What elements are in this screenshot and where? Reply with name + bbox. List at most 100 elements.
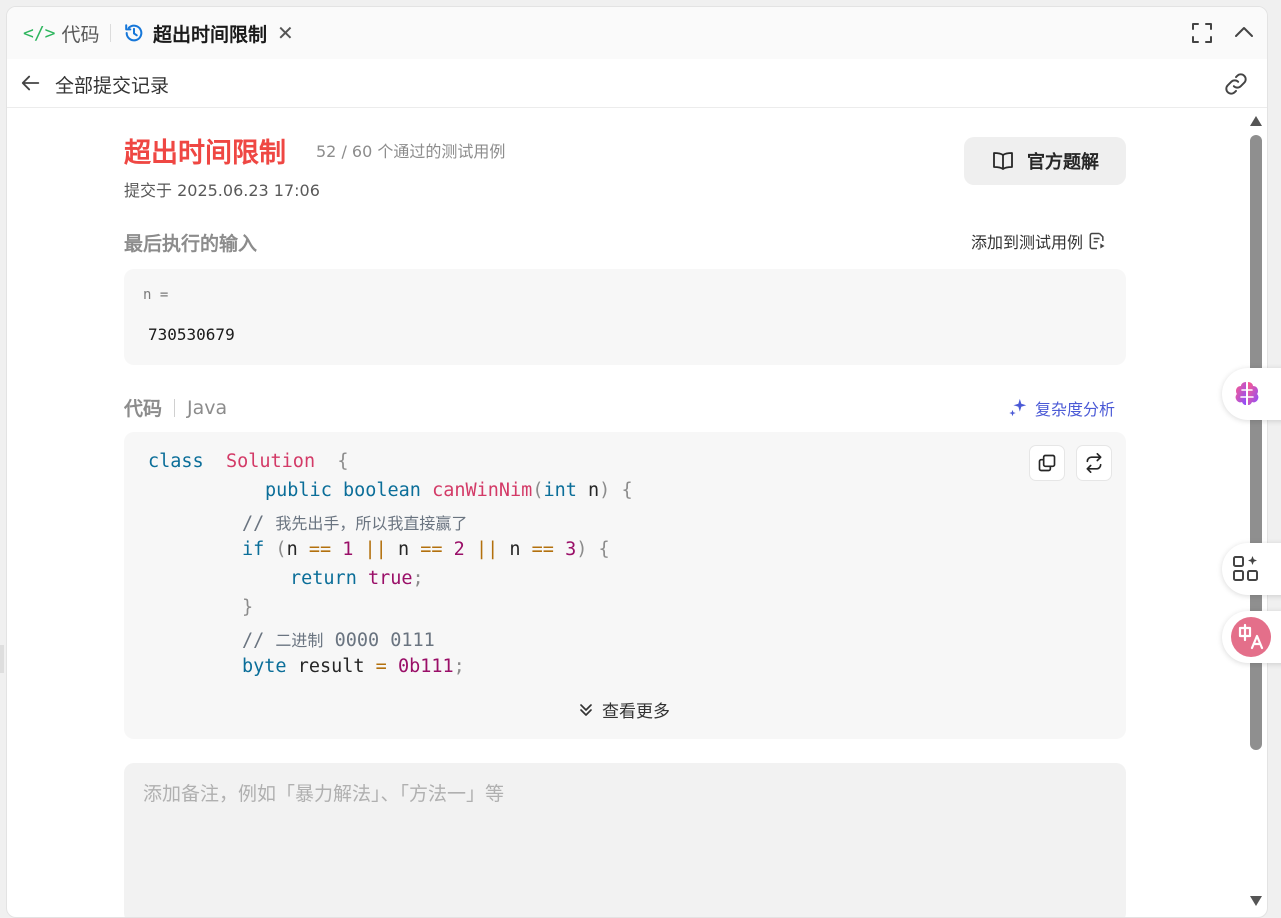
code-token: if bbox=[242, 539, 265, 560]
edge-handle[interactable] bbox=[0, 645, 4, 673]
last-input-box: n = 730530679 bbox=[124, 269, 1126, 365]
code-block: class Solution {public boolean canWinNim… bbox=[124, 432, 1126, 739]
code-token: == bbox=[308, 539, 332, 560]
code-token: class bbox=[148, 451, 204, 472]
code-label: 代码 bbox=[124, 398, 163, 420]
code-token: == bbox=[420, 539, 443, 560]
add-to-testcase-label: 添加到测试用例 bbox=[971, 233, 1084, 252]
code-token: result bbox=[286, 656, 376, 677]
code-token: ) bbox=[599, 480, 611, 501]
file-play-icon bbox=[1089, 232, 1105, 250]
code-token: = bbox=[375, 656, 387, 677]
sparkle-icon bbox=[1009, 398, 1027, 417]
official-solution-button[interactable]: 官方题解 bbox=[964, 137, 1126, 185]
code-line: return true; bbox=[290, 568, 424, 589]
copy-icon bbox=[1038, 454, 1056, 472]
sub-header: 全部提交记录 bbox=[7, 59, 1267, 108]
code-token: 2 bbox=[453, 539, 465, 560]
arrow-left-icon[interactable] bbox=[20, 72, 42, 94]
notes-input[interactable]: 添加备注，例如「暴力解法」、「方法一」等 bbox=[124, 763, 1126, 917]
apps-sparkle-icon bbox=[1233, 556, 1258, 581]
submitted-time: 提交于 2025.06.23 17:06 bbox=[124, 181, 320, 200]
code-token: { bbox=[621, 480, 633, 501]
code-token: ; bbox=[453, 656, 465, 677]
code-token: || bbox=[364, 539, 387, 560]
official-solution-label: 官方题解 bbox=[1027, 152, 1099, 173]
code-icon: </> bbox=[23, 22, 56, 44]
submission-panel: </> 代码 超出时间限制 ✕ 全部提交记录 超出时间限制 52 / 60 个通… bbox=[6, 6, 1268, 918]
code-token: int bbox=[543, 480, 577, 501]
last-input-label: 最后执行的输入 bbox=[124, 233, 258, 255]
notes-placeholder: 添加备注，例如「暴力解法」、「方法一」等 bbox=[143, 783, 505, 805]
code-token: 二进制 bbox=[275, 631, 324, 650]
swap-button[interactable] bbox=[1076, 445, 1112, 481]
code-token: // bbox=[242, 630, 265, 651]
code-token: ) bbox=[576, 539, 588, 560]
code-line: // 我先出手，所以我直接赢了 bbox=[242, 510, 467, 534]
code-token: { bbox=[598, 539, 610, 560]
scroll-up-arrow[interactable] bbox=[1249, 115, 1263, 127]
scroll-down-arrow[interactable] bbox=[1249, 895, 1263, 907]
code-token: == bbox=[531, 539, 554, 560]
passed-ratio: 52 / 60 bbox=[316, 142, 373, 161]
apps-button[interactable] bbox=[1222, 543, 1281, 595]
tab-result[interactable]: 超出时间限制 ✕ bbox=[123, 7, 294, 59]
chevrons-down-icon bbox=[580, 703, 592, 716]
tab-code[interactable]: </> 代码 bbox=[23, 7, 100, 59]
add-to-testcase-button[interactable]: 添加到测试用例 bbox=[971, 229, 1107, 253]
close-icon[interactable]: ✕ bbox=[277, 21, 294, 45]
code-token: || bbox=[475, 539, 499, 560]
language-label: Java bbox=[187, 396, 228, 419]
code-token: ( bbox=[275, 539, 287, 560]
code-line: byte result = 0b111; bbox=[242, 656, 465, 677]
book-icon bbox=[993, 152, 1013, 170]
translate-button[interactable] bbox=[1222, 611, 1281, 663]
fullscreen-icon[interactable] bbox=[1190, 21, 1214, 45]
brain-icon bbox=[1235, 382, 1259, 405]
chevron-up-icon[interactable] bbox=[1232, 21, 1256, 45]
code-token: canWinNim bbox=[432, 480, 533, 501]
code-line: public boolean canWinNim(int n) { bbox=[265, 480, 633, 501]
label-divider bbox=[174, 398, 176, 417]
swap-icon bbox=[1086, 453, 1102, 473]
show-more-button[interactable]: 查看更多 bbox=[576, 697, 670, 722]
code-token: Solution bbox=[225, 451, 316, 472]
tab-divider bbox=[110, 24, 111, 42]
translate-icon bbox=[1231, 617, 1271, 657]
code-token: n bbox=[576, 480, 600, 501]
passed-suffix: 个通过的测试用例 bbox=[377, 142, 506, 161]
tab-result-label: 超出时间限制 bbox=[153, 23, 268, 46]
code-token: public bbox=[265, 480, 332, 501]
link-icon[interactable] bbox=[1223, 71, 1249, 97]
code-token: 我先出手，所以我直接赢了 bbox=[275, 514, 468, 533]
tab-code-label: 代码 bbox=[61, 23, 100, 46]
all-submissions-link[interactable]: 全部提交记录 bbox=[55, 71, 169, 98]
code-token: byte bbox=[242, 656, 287, 677]
code-token: ( bbox=[532, 480, 544, 501]
ai-assistant-button[interactable] bbox=[1222, 368, 1281, 420]
copy-button[interactable] bbox=[1029, 445, 1065, 481]
code-token: n bbox=[286, 539, 309, 560]
code-token: n bbox=[498, 539, 532, 560]
code-token: ; bbox=[412, 568, 424, 589]
code-token: 0b111 bbox=[397, 656, 454, 677]
complexity-analysis-link[interactable]: 复杂度分析 bbox=[1007, 396, 1115, 420]
code-token: } bbox=[242, 597, 254, 618]
code-token: true bbox=[367, 568, 413, 589]
code-token: 1 bbox=[342, 539, 354, 560]
code-token: 3 bbox=[565, 539, 577, 560]
code-section-label: 代码 Java bbox=[124, 394, 227, 421]
code-line: // 二进制 0000 0111 bbox=[242, 627, 435, 651]
